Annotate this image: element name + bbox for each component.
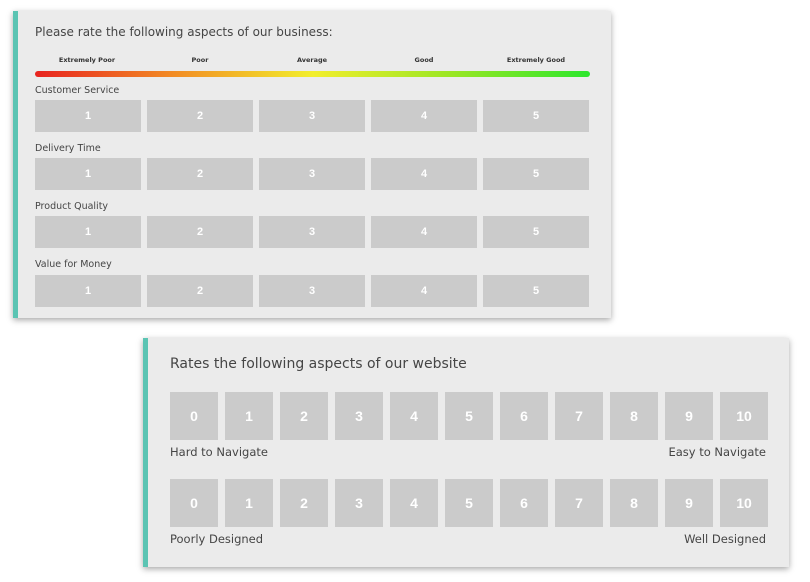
- scale-high-label: Easy to Navigate: [668, 445, 766, 459]
- scale-label-average: Average: [296, 56, 328, 64]
- rating-option-button[interactable]: 1: [35, 275, 141, 307]
- scale-option-button[interactable]: 4: [390, 479, 438, 527]
- scale-option-button[interactable]: 0: [170, 479, 218, 527]
- scale-low-label: Hard to Navigate: [170, 445, 268, 459]
- question-label: Customer Service: [35, 85, 120, 96]
- scale-option-button[interactable]: 8: [610, 392, 658, 440]
- scale-option-button[interactable]: 3: [335, 392, 383, 440]
- scale-option-button[interactable]: 7: [555, 479, 603, 527]
- scale-option-button[interactable]: 7: [555, 392, 603, 440]
- scale-option-button[interactable]: 10: [720, 392, 768, 440]
- rating-option-button[interactable]: 4: [371, 158, 477, 190]
- rating-option-button[interactable]: 2: [147, 158, 253, 190]
- scale-option-button[interactable]: 2: [280, 392, 328, 440]
- scale-option-button[interactable]: 4: [390, 392, 438, 440]
- scale-button-row: 0 1 2 3 4 5 6 7 8 9 10: [170, 479, 768, 527]
- rating-option-button[interactable]: 2: [147, 100, 253, 132]
- card-accent-bar: [13, 11, 18, 318]
- business-rating-card: Please rate the following aspects of our…: [13, 11, 611, 318]
- rating-option-button[interactable]: 4: [371, 216, 477, 248]
- rating-option-button[interactable]: 3: [259, 100, 365, 132]
- scale-label-extremely-poor: Extremely Poor: [58, 56, 116, 64]
- scale-option-button[interactable]: 6: [500, 479, 548, 527]
- scale-option-button[interactable]: 8: [610, 479, 658, 527]
- question-label: Value for Money: [35, 259, 112, 270]
- scale-option-button[interactable]: 0: [170, 392, 218, 440]
- rating-button-row: 12345: [35, 100, 589, 132]
- scale-option-button[interactable]: 6: [500, 392, 548, 440]
- rating-option-button[interactable]: 3: [259, 275, 365, 307]
- website-rating-card: Rates the following aspects of our websi…: [143, 338, 789, 567]
- rating-button-row: 12345: [35, 216, 589, 248]
- rating-option-button[interactable]: 5: [483, 275, 589, 307]
- scale-option-button[interactable]: 5: [445, 392, 493, 440]
- rating-button-row: 12345: [35, 275, 589, 307]
- rating-option-button[interactable]: 3: [259, 158, 365, 190]
- rating-option-button[interactable]: 5: [483, 100, 589, 132]
- rating-option-button[interactable]: 1: [35, 100, 141, 132]
- scale-labels: Extremely Poor Poor Average Good Extreme…: [35, 56, 590, 66]
- rating-gradient-bar: [35, 71, 590, 77]
- scale-label-good: Good: [414, 56, 434, 64]
- scale-option-button[interactable]: 5: [445, 479, 493, 527]
- card-accent-bar: [143, 338, 148, 567]
- rating-option-button[interactable]: 2: [147, 275, 253, 307]
- rating-option-button[interactable]: 1: [35, 216, 141, 248]
- question-label: Product Quality: [35, 201, 109, 212]
- scale-option-button[interactable]: 10: [720, 479, 768, 527]
- rating-option-button[interactable]: 1: [35, 158, 141, 190]
- business-rating-title: Please rate the following aspects of our…: [35, 25, 333, 39]
- scale-button-row: 0 1 2 3 4 5 6 7 8 9 10: [170, 392, 768, 440]
- question-label: Delivery Time: [35, 143, 101, 154]
- scale-label-extremely-good: Extremely Good: [506, 56, 566, 64]
- rating-option-button[interactable]: 3: [259, 216, 365, 248]
- rating-button-row: 12345: [35, 158, 589, 190]
- scale-option-button[interactable]: 9: [665, 479, 713, 527]
- rating-option-button[interactable]: 4: [371, 275, 477, 307]
- rating-option-button[interactable]: 2: [147, 216, 253, 248]
- rating-option-button[interactable]: 5: [483, 158, 589, 190]
- website-rating-title: Rates the following aspects of our websi…: [170, 356, 467, 372]
- scale-label-poor: Poor: [191, 56, 209, 64]
- rating-option-button[interactable]: 5: [483, 216, 589, 248]
- scale-option-button[interactable]: 9: [665, 392, 713, 440]
- scale-option-button[interactable]: 1: [225, 479, 273, 527]
- scale-low-label: Poorly Designed: [170, 532, 264, 546]
- scale-option-button[interactable]: 3: [335, 479, 383, 527]
- scale-high-label: Well Designed: [684, 532, 766, 546]
- scale-option-button[interactable]: 1: [225, 392, 273, 440]
- scale-option-button[interactable]: 2: [280, 479, 328, 527]
- rating-option-button[interactable]: 4: [371, 100, 477, 132]
